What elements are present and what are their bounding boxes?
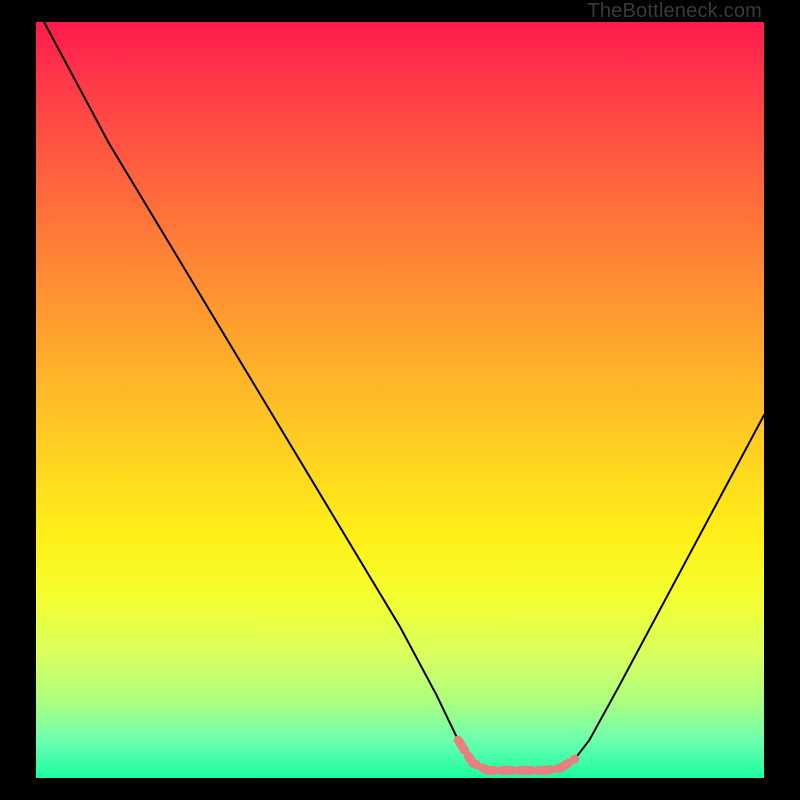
curve-path	[36, 7, 764, 771]
curve-layer	[36, 22, 764, 778]
plot-area	[36, 22, 764, 778]
highlight-band	[458, 740, 575, 770]
chart-frame: TheBottleneck.com	[0, 0, 800, 800]
watermark-text: TheBottleneck.com	[587, 0, 762, 23]
